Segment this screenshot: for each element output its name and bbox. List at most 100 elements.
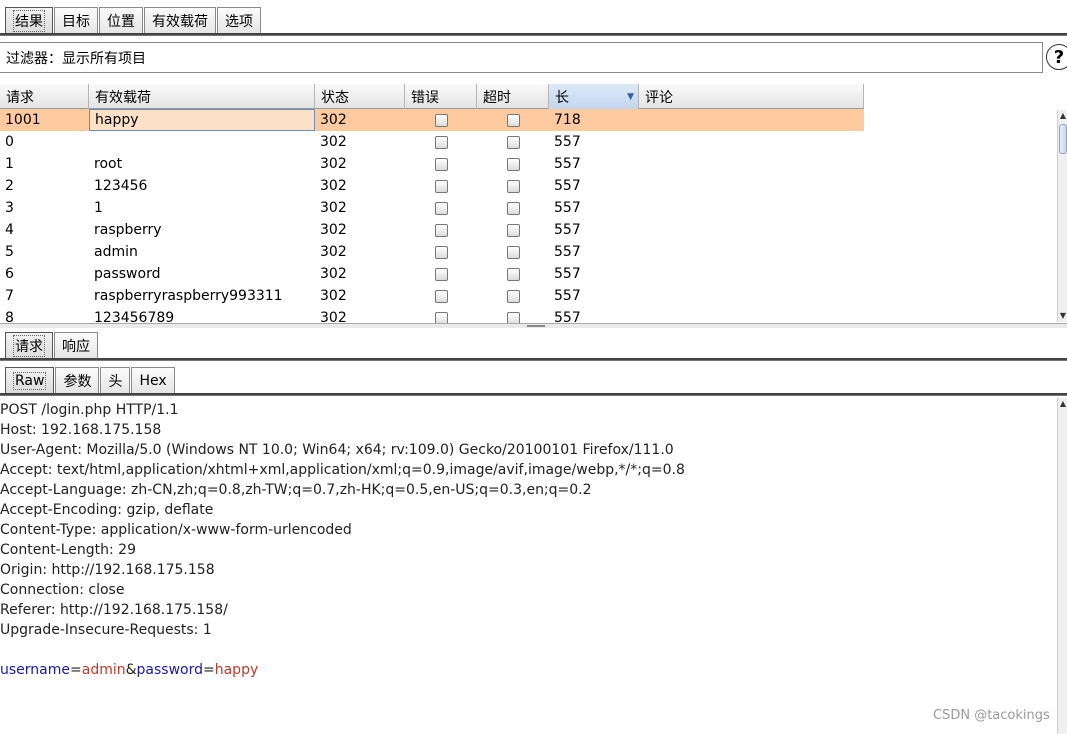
cell-request: 8	[5, 310, 14, 323]
column-header-error[interactable]: 错误	[405, 84, 477, 109]
tab-response[interactable]: 响应	[54, 332, 98, 358]
tab-headers[interactable]: 头	[100, 367, 131, 393]
divider	[0, 33, 1067, 36]
param-name: username	[0, 662, 70, 678]
column-header-status[interactable]: 状态	[315, 84, 405, 109]
timeout-checkbox	[506, 135, 520, 149]
table-row[interactable]: 5 admin 302 557	[0, 241, 864, 263]
table-row[interactable]: 2 123456 302 557	[0, 175, 864, 197]
cell-timeout	[477, 153, 549, 175]
request-line: Connection: close	[0, 582, 125, 598]
tab-hex[interactable]: Hex	[131, 367, 175, 393]
view-tab-bar: Raw 参数 头 Hex	[0, 367, 176, 393]
cell-length: 557	[554, 222, 581, 238]
request-line: User-Agent: Mozilla/5.0 (Windows NT 10.0…	[0, 442, 674, 458]
tab-label: 位置	[107, 13, 135, 30]
param-value: admin	[81, 662, 126, 678]
pane-splitter[interactable]	[0, 323, 1067, 328]
cell-payload: raspberry	[94, 222, 162, 238]
tab-request[interactable]: 请求	[5, 332, 53, 358]
cell-timeout	[477, 241, 549, 263]
cell-payload: 123456789	[94, 310, 175, 323]
table-row[interactable]: 0 302 557	[0, 131, 864, 153]
message-tab-bar: 请求 响应	[0, 332, 99, 358]
tab-label: Hex	[139, 372, 167, 389]
scroll-up-icon[interactable]: ▲	[1058, 398, 1067, 410]
cell-length: 557	[554, 134, 581, 150]
results-table: 请求 有效载荷 状态 错误 超时 长 ▼ 评论 1001 happy 302 718 0 3…	[0, 84, 864, 323]
filter-value: 显示所有项目	[62, 50, 146, 67]
cell-request: 6	[5, 266, 14, 282]
results-scrollbar[interactable]: ▲ ▼	[1057, 110, 1067, 322]
scroll-down-icon[interactable]: ▼	[1058, 310, 1067, 322]
sort-desc-icon: ▼	[627, 92, 634, 102]
editor-scrollbar[interactable]: ▲	[1057, 398, 1067, 734]
cell-status: 302	[320, 310, 347, 323]
column-header-payload[interactable]: 有效载荷	[89, 84, 315, 109]
column-header-comment[interactable]: 评论	[639, 84, 864, 109]
tab-options[interactable]: 选项	[217, 7, 261, 33]
scroll-thumb[interactable]	[1059, 124, 1067, 154]
table-row[interactable]: 4 raspberry 302 557	[0, 219, 864, 241]
timeout-checkbox	[506, 223, 520, 237]
cell-comment	[639, 219, 864, 241]
column-header-request[interactable]: 请求	[0, 84, 89, 109]
cell-request: 1001	[5, 112, 41, 128]
column-header-timeout[interactable]: 超时	[477, 84, 549, 109]
table-row[interactable]: 8 123456789 302 557	[0, 307, 864, 323]
cell-request: 7	[5, 288, 14, 304]
cell-error	[405, 307, 477, 323]
timeout-checkbox	[506, 179, 520, 193]
timeout-checkbox	[506, 289, 520, 303]
cell-length: 718	[554, 112, 581, 128]
cell-comment	[639, 153, 864, 175]
request-line: Accept-Language: zh-CN,zh;q=0.8,zh-TW;q=…	[0, 482, 592, 498]
tab-label: 目标	[62, 13, 90, 30]
raw-request-editor[interactable]: POST /login.php HTTP/1.1 Host: 192.168.17…	[0, 400, 1055, 734]
timeout-checkbox	[506, 311, 520, 323]
tab-params[interactable]: 参数	[55, 367, 100, 393]
request-line: Referer: http://192.168.175.158/	[0, 602, 228, 618]
timeout-checkbox	[506, 201, 520, 215]
tab-target[interactable]: 目标	[54, 7, 98, 33]
cell-error	[405, 175, 477, 197]
tab-label: 头	[108, 373, 123, 390]
table-row[interactable]: 7 raspberryraspberry993311 302 557	[0, 285, 864, 307]
cell-status: 302	[320, 288, 347, 304]
tab-label: 结果	[13, 9, 45, 32]
table-row[interactable]: 1001 happy 302 718	[0, 109, 864, 131]
splitter-grip-icon	[527, 325, 545, 327]
tab-results[interactable]: 结果	[5, 7, 53, 33]
error-checkbox	[434, 223, 448, 237]
tab-payloads[interactable]: 有效载荷	[144, 7, 216, 33]
error-checkbox	[434, 289, 448, 303]
cell-timeout	[477, 263, 549, 285]
error-checkbox	[434, 245, 448, 259]
scroll-up-icon[interactable]: ▲	[1058, 110, 1067, 122]
timeout-checkbox	[506, 267, 520, 281]
cell-length: 557	[554, 178, 581, 194]
table-row[interactable]: 6 password 302 557	[0, 263, 864, 285]
cell-payload	[89, 131, 315, 153]
cell-request: 2	[5, 178, 14, 194]
error-checkbox	[434, 267, 448, 281]
cell-status: 302	[320, 156, 347, 172]
table-row[interactable]: 3 1 302 557	[0, 197, 864, 219]
tab-raw[interactable]: Raw	[5, 367, 55, 393]
column-header-length[interactable]: 长 ▼	[549, 84, 639, 109]
request-line	[0, 640, 1055, 660]
tab-label: 请求	[13, 334, 45, 357]
table-row[interactable]: 1 root 302 557	[0, 153, 864, 175]
cell-timeout	[477, 109, 549, 131]
cell-length: 557	[554, 244, 581, 260]
filter-bar[interactable]: 过滤器： 显示所有项目	[0, 42, 1043, 73]
error-checkbox	[434, 311, 448, 323]
request-line: Content-Type: application/x-www-form-url…	[0, 522, 352, 538]
tab-positions[interactable]: 位置	[99, 7, 143, 33]
cell-comment	[639, 109, 864, 131]
request-line: Origin: http://192.168.175.158	[0, 562, 215, 578]
error-checkbox	[434, 135, 448, 149]
cell-timeout	[477, 307, 549, 323]
help-icon[interactable]: ?	[1046, 44, 1067, 70]
timeout-checkbox	[506, 157, 520, 171]
